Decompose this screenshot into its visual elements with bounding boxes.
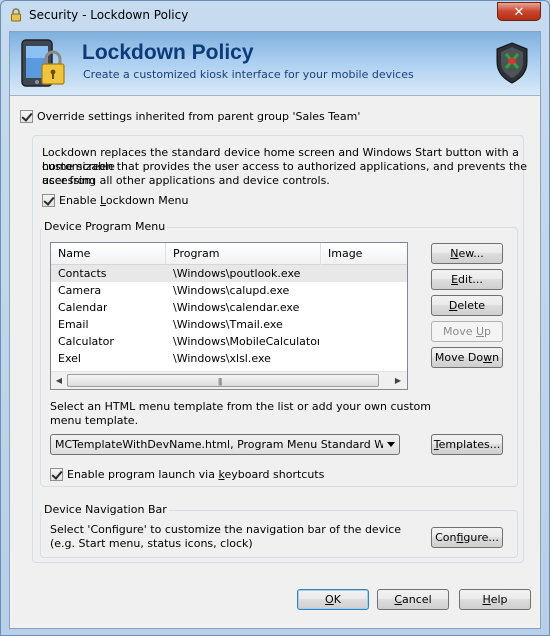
table-row[interactable]: Camera \Windows\calupd.exe [51, 282, 407, 299]
override-checkbox[interactable] [20, 110, 33, 123]
cancel-button[interactable]: Cancel [377, 589, 449, 610]
column-header-name[interactable]: Name [51, 243, 166, 265]
keyboard-shortcuts-label: Enable program launch via keyboard short… [67, 468, 325, 481]
template-instructions-line-2: menu template. [50, 414, 139, 427]
ok-button[interactable]: OK [297, 589, 369, 610]
nav-bar-text-line-2: (e.g. Start menu, status icons, clock) [50, 537, 253, 550]
banner-title: Lockdown Policy [82, 41, 254, 64]
chevron-down-icon[interactable] [387, 442, 395, 447]
dialog-client-area: Lockdown Policy Create a customized kios… [9, 31, 541, 629]
table-row[interactable]: Email \Windows\Tmail.exe [51, 316, 407, 333]
row-name: Calculator [58, 335, 114, 348]
override-checkbox-row[interactable]: Override settings inherited from parent … [20, 110, 360, 123]
row-name: Exel [58, 352, 81, 365]
keyboard-shortcuts-row[interactable]: Enable program launch via keyboard short… [50, 468, 324, 481]
move-down-button[interactable]: Move Down [431, 347, 503, 368]
column-header-image[interactable]: Image [321, 243, 407, 265]
keyboard-shortcuts-checkbox[interactable] [50, 468, 63, 481]
enable-lockdown-checkbox[interactable] [42, 194, 55, 207]
enable-lockdown-label: Enable Lockdown Menu [59, 194, 189, 207]
row-program: \Windows\Tmail.exe [173, 318, 283, 331]
scroll-thumb[interactable]: ||| [67, 374, 379, 387]
row-program: \Windows\MobileCalculator... [173, 335, 319, 348]
move-up-button[interactable]: Move Up [431, 321, 503, 342]
scroll-right-icon[interactable]: ▶ [391, 374, 405, 388]
table-row[interactable]: Calendar \Windows\calendar.exe [51, 299, 407, 316]
dialog-window: Security - Lockdown Policy ✕ Lockdown Po… [0, 0, 550, 636]
navigation-bar-group-label: Device Navigation Bar [42, 503, 169, 516]
grip-icon: ||| [218, 377, 222, 386]
row-program: \Windows\xlsl.exe [173, 352, 271, 365]
lock-icon [11, 8, 21, 22]
configure-button[interactable]: Configure... [431, 527, 503, 548]
row-program: \Windows\poutlook.exe [173, 267, 301, 280]
edit-button[interactable]: Edit... [431, 269, 503, 290]
header-banner: Lockdown Policy Create a customized kios… [10, 32, 540, 96]
table-row[interactable]: Calculator \Windows\MobileCalculator... [51, 333, 407, 350]
table-row[interactable]: Contacts \Windows\poutlook.exe [51, 265, 407, 282]
list-header: Name Program Image [51, 243, 407, 265]
scroll-left-icon[interactable]: ◀ [52, 374, 66, 388]
close-icon: ✕ [513, 4, 525, 19]
banner-subtitle: Create a customized kiosk interface for … [83, 68, 414, 81]
override-label: Override settings inherited from parent … [37, 110, 361, 123]
program-menu-group-label: Device Program Menu [42, 220, 168, 233]
close-button[interactable]: ✕ [497, 2, 541, 21]
templates-button[interactable]: Templates... [431, 434, 503, 455]
template-dropdown-value: MCTemplateWithDevName.html, Program Menu… [55, 438, 383, 451]
row-name: Email [58, 318, 89, 331]
description-line-3: accessing all other applications and dev… [42, 174, 330, 187]
row-program: \Windows\calupd.exe [173, 284, 290, 297]
enable-lockdown-row[interactable]: Enable Lockdown Menu [42, 194, 188, 207]
template-instructions-line-1: Select an HTML menu template from the li… [50, 400, 432, 413]
title-bar[interactable]: Security - Lockdown Policy ✕ [1, 1, 549, 29]
row-program: \Windows\calendar.exe [173, 301, 300, 314]
row-name: Contacts [58, 267, 107, 280]
template-dropdown[interactable]: MCTemplateWithDevName.html, Program Menu… [50, 434, 400, 455]
horizontal-scrollbar[interactable]: ◀ ||| ▶ [51, 371, 407, 389]
nav-bar-text-line-1: Select 'Configure' to customize the navi… [50, 523, 402, 536]
shield-icon [496, 42, 528, 84]
column-header-program[interactable]: Program [166, 243, 321, 265]
program-list[interactable]: Name Program Image Contacts \Windows\pou… [50, 242, 408, 390]
row-name: Camera [58, 284, 102, 297]
row-name: Calendar [58, 301, 108, 314]
help-button[interactable]: Help [459, 589, 531, 610]
table-row[interactable]: Exel \Windows\xlsl.exe [51, 350, 407, 367]
device-lock-icon [21, 39, 65, 87]
window-title: Security - Lockdown Policy [29, 8, 189, 22]
new-button[interactable]: New... [431, 243, 503, 264]
delete-button[interactable]: Delete [431, 295, 503, 316]
